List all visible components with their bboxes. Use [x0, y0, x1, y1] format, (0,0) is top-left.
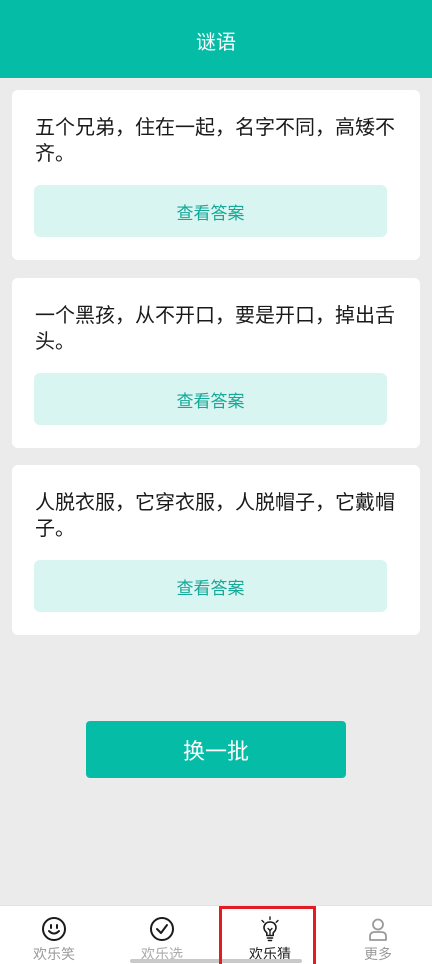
riddle-text: 五个兄弟，住在一起，名字不同，高矮不齐。 [35, 115, 395, 165]
header-bar: 谜语 [0, 0, 432, 78]
tab-more[interactable]: 更多 [324, 906, 432, 964]
tab-label: 欢乐笑 [33, 947, 75, 963]
view-answer-button[interactable]: 查看答案 [34, 185, 387, 237]
user-icon [365, 916, 391, 942]
tab-choose[interactable]: 欢乐选 [108, 906, 216, 964]
riddle-text: 一个黑孩，从不开口，要是开口，掉出舌头。 [35, 303, 395, 353]
lightbulb-icon [257, 916, 283, 942]
bottom-tab-bar: 欢乐笑 欢乐选 欢乐猜 更多 [0, 905, 432, 964]
riddle-card: 人脱衣服，它穿衣服，人脱帽子，它戴帽子。 查看答案 [12, 465, 420, 635]
tab-guess[interactable]: 欢乐猜 [216, 906, 324, 964]
riddle-card: 五个兄弟，住在一起，名字不同，高矮不齐。 查看答案 [12, 90, 420, 260]
page-title: 谜语 [196, 29, 236, 54]
scroll-indicator [130, 959, 302, 963]
tab-label: 更多 [364, 947, 392, 963]
tab-joke[interactable]: 欢乐笑 [0, 906, 108, 964]
view-answer-button[interactable]: 查看答案 [34, 560, 387, 612]
riddle-card: 一个黑孩，从不开口，要是开口，掉出舌头。 查看答案 [12, 278, 420, 448]
check-circle-icon [149, 916, 175, 942]
riddle-text: 人脱衣服，它穿衣服，人脱帽子，它戴帽子。 [35, 490, 395, 540]
refresh-batch-button[interactable]: 换一批 [86, 721, 346, 778]
smiley-face-icon [41, 916, 67, 942]
view-answer-button[interactable]: 查看答案 [34, 373, 387, 425]
